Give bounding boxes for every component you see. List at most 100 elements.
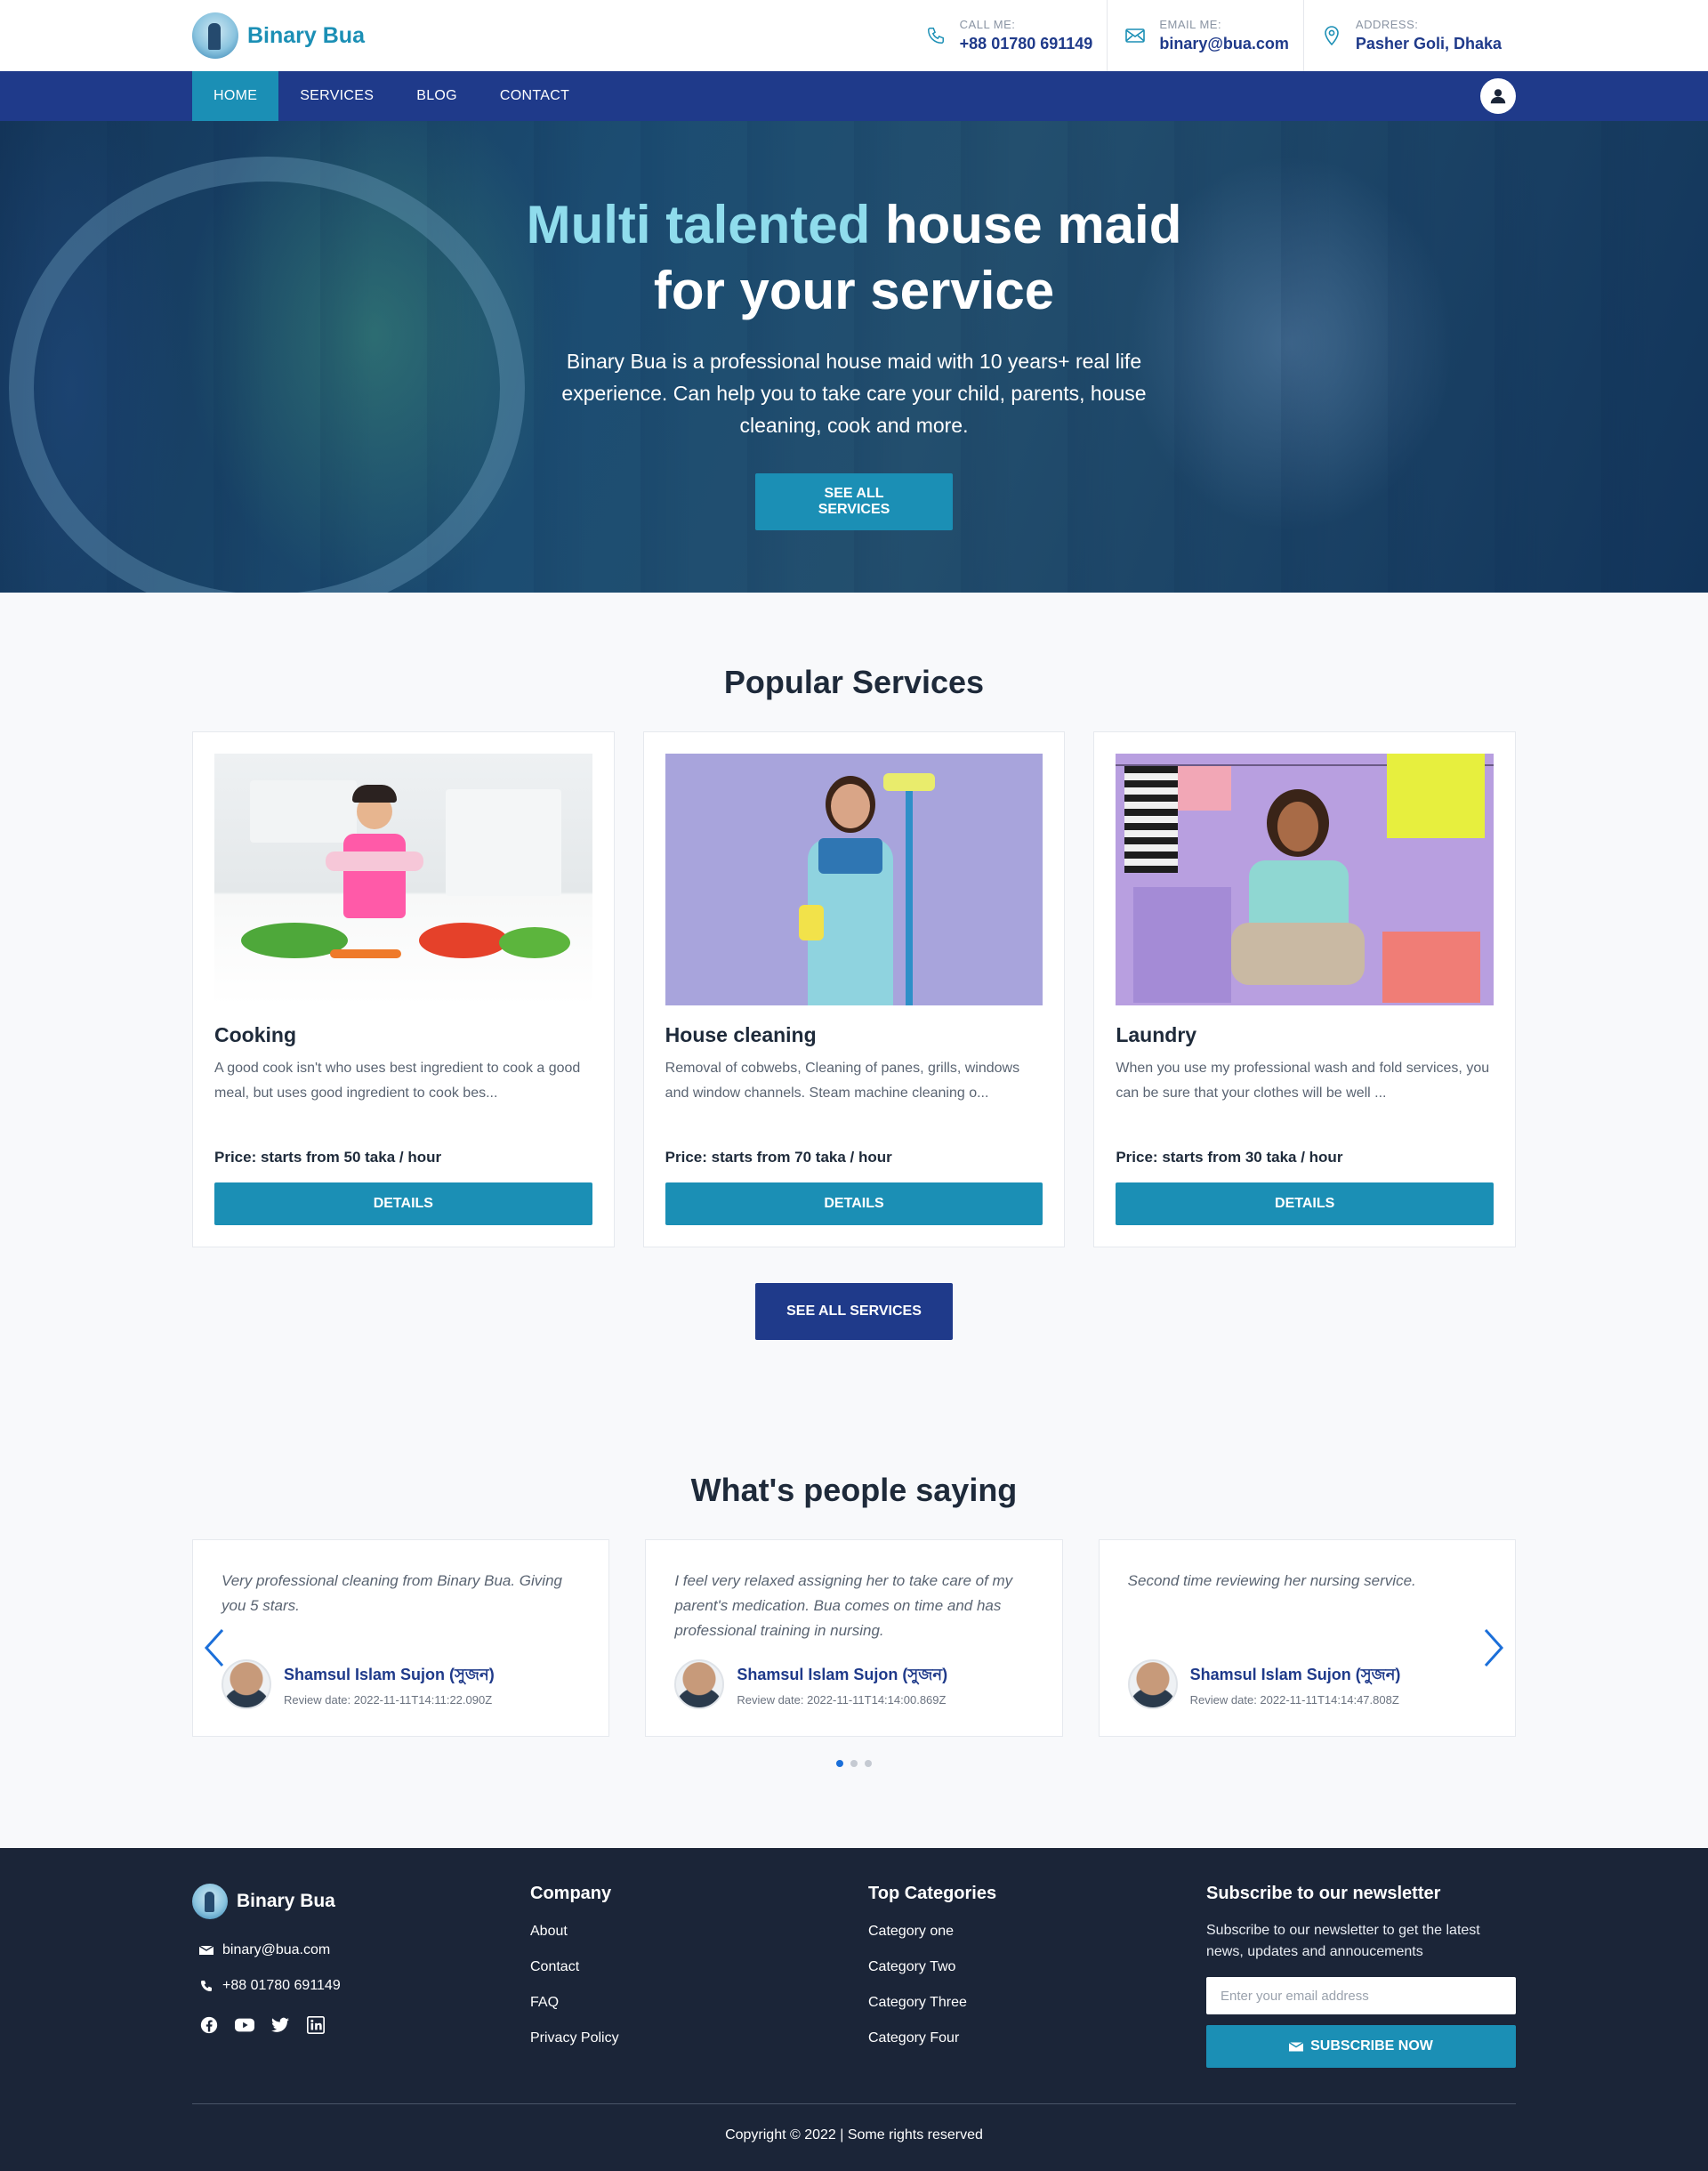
testimonial-quote: Second time reviewing her nursing servic… xyxy=(1127,1572,1416,1589)
testimonials-title: What's people saying xyxy=(690,1472,1018,1508)
service-card-title: Cooking xyxy=(214,1023,296,1046)
testimonial-quote: Very professional cleaning from Binary B… xyxy=(222,1572,562,1614)
location-pin-icon xyxy=(1320,24,1343,47)
footer-brand[interactable]: Binary Bua xyxy=(192,1884,530,1919)
reviewer-name: Shamsul Islam Sujon (সুজন) xyxy=(1189,1666,1401,1683)
footer-link-faq[interactable]: FAQ xyxy=(530,1995,868,2011)
footer-link-contact[interactable]: Contact xyxy=(530,1959,868,1975)
footer-link-category-four[interactable]: Category Four xyxy=(868,2030,1206,2046)
service-card-cooking: Cooking A good cook isn't who uses best … xyxy=(192,731,615,1247)
carousel-dot[interactable] xyxy=(850,1760,858,1767)
review-date: Review date: 2022-11-11T14:14:00.869Z xyxy=(737,1693,947,1707)
house-cleaning-image xyxy=(665,754,1043,1005)
site-footer: Binary Bua binary@bua.com +88 01780 6911… xyxy=(0,1848,1708,2171)
contact-email: EMAIL ME: binary@bua.com xyxy=(1107,0,1303,71)
service-card-title: House cleaning xyxy=(665,1023,817,1046)
nav-services[interactable]: SERVICES xyxy=(278,71,395,121)
footer-link-category-three[interactable]: Category Three xyxy=(868,1995,1206,2011)
carousel-dot[interactable] xyxy=(865,1760,872,1767)
newsletter-heading: Subscribe to our newsletter xyxy=(1206,1884,1441,1903)
footer-link-category-one[interactable]: Category one xyxy=(868,1924,1206,1940)
house-cleaning-details-button[interactable]: DETAILS xyxy=(665,1182,1043,1225)
carousel-next-button[interactable] xyxy=(1480,1628,1507,1667)
contact-email-label: EMAIL ME: xyxy=(1159,18,1222,31)
footer-brand-name: Binary Bua xyxy=(237,1891,335,1911)
testimonial-card: Very professional cleaning from Binary B… xyxy=(192,1539,610,1737)
hero-title-line2: for your service xyxy=(653,261,1055,320)
footer-brand-column: Binary Bua binary@bua.com +88 01780 6911… xyxy=(192,1884,530,2068)
cooking-image xyxy=(214,754,592,1005)
service-card-house-cleaning: House cleaning Removal of cobwebs, Clean… xyxy=(642,731,1066,1247)
footer-link-category-two[interactable]: Category Two xyxy=(868,1959,1206,1975)
cooking-details-button[interactable]: DETAILS xyxy=(214,1182,592,1225)
hero-banner: Multi talented house maid for your servi… xyxy=(0,121,1708,593)
brand-name: Binary Bua xyxy=(247,22,365,48)
service-card-description: A good cook isn't who uses best ingredie… xyxy=(214,1061,581,1101)
phone-icon xyxy=(201,1981,212,1991)
user-account-button[interactable] xyxy=(1480,78,1516,114)
copyright-text: Copyright © 2022 | Some rights reserved xyxy=(725,2127,983,2143)
carousel-dots xyxy=(192,1760,1516,1767)
laundry-details-button[interactable]: DETAILS xyxy=(1116,1182,1494,1225)
contact-email-value[interactable]: binary@bua.com xyxy=(1159,35,1289,53)
footer-categories-heading: Top Categories xyxy=(868,1884,997,1903)
footer-link-about[interactable]: About xyxy=(530,1924,868,1940)
service-card-title: Laundry xyxy=(1116,1023,1197,1046)
testimonials-section: What's people saying Very professional c… xyxy=(0,1340,1708,1767)
social-links xyxy=(192,2015,530,2035)
linkedin-icon[interactable] xyxy=(306,2015,326,2035)
footer-categories-column: Top Categories Category one Category Two… xyxy=(868,1884,1206,2068)
avatar xyxy=(222,1659,271,1709)
nav-home[interactable]: HOME xyxy=(192,71,279,121)
mail-icon xyxy=(199,1945,214,1955)
twitter-icon[interactable] xyxy=(270,2015,290,2035)
service-card-price: Price: starts from 50 taka / hour xyxy=(214,1149,442,1166)
footer-email-text: binary@bua.com xyxy=(222,1942,331,1957)
hero-subtitle: Binary Bua is a professional house maid … xyxy=(561,350,1147,437)
contact-call-value[interactable]: +88 01780 691149 xyxy=(960,35,1093,53)
footer-link-privacy-policy[interactable]: Privacy Policy xyxy=(530,2030,868,2046)
main-navbar: HOME SERVICES BLOG CONTACT xyxy=(0,71,1708,121)
review-date: Review date: 2022-11-11T14:14:47.808Z xyxy=(1189,1693,1399,1707)
nav-links: HOME SERVICES BLOG CONTACT xyxy=(192,71,591,121)
avatar xyxy=(674,1659,725,1709)
service-card-price: Price: starts from 70 taka / hour xyxy=(665,1149,892,1166)
mail-icon xyxy=(1289,2041,1304,2051)
brand-logo-icon xyxy=(192,12,238,59)
avatar xyxy=(1127,1659,1178,1709)
service-card-description: When you use my professional wash and fo… xyxy=(1116,1061,1490,1101)
reviewer-name: Shamsul Islam Sujon (সুজন) xyxy=(284,1666,495,1683)
facebook-icon[interactable] xyxy=(199,2015,219,2035)
contact-address: ADDRESS: Pasher Goli, Dhaka xyxy=(1302,0,1516,71)
newsletter-email-input[interactable] xyxy=(1206,1977,1516,2014)
footer-phone[interactable]: +88 01780 691149 xyxy=(192,1978,530,1994)
youtube-icon[interactable] xyxy=(235,2015,254,2035)
footer-newsletter-column: Subscribe to our newsletter Subscribe to… xyxy=(1206,1884,1516,2068)
carousel-prev-button[interactable] xyxy=(201,1628,228,1667)
service-card-description: Removal of cobwebs, Cleaning of panes, g… xyxy=(665,1061,1020,1101)
nav-contact[interactable]: CONTACT xyxy=(479,71,591,121)
nav-blog[interactable]: BLOG xyxy=(395,71,479,121)
testimonial-quote: I feel very relaxed assigning her to tak… xyxy=(674,1572,1013,1639)
brand-logo-link[interactable]: Binary Bua xyxy=(192,12,365,59)
contact-call: CALL ME: +88 01780 691149 xyxy=(908,0,1108,71)
user-icon xyxy=(1490,89,1506,104)
see-all-services-button[interactable]: SEE ALL SERVICES xyxy=(755,1283,953,1340)
subscribe-button[interactable]: SUBSCRIBE NOW xyxy=(1206,2025,1516,2068)
hero-title-accent: Multi talented xyxy=(526,195,871,254)
footer-email[interactable]: binary@bua.com xyxy=(192,1942,530,1958)
services-title: Popular Services xyxy=(723,664,985,700)
hero-see-all-services-button[interactable]: SEE ALL SERVICES xyxy=(755,473,953,530)
laundry-image xyxy=(1116,754,1494,1005)
footer-logo-icon xyxy=(192,1884,228,1919)
header-contacts: CALL ME: +88 01780 691149 EMAIL ME: bina… xyxy=(908,0,1516,71)
footer-company-heading: Company xyxy=(530,1884,612,1903)
top-header: Binary Bua CALL ME: +88 01780 691149 EMA… xyxy=(0,0,1708,71)
carousel-dot[interactable] xyxy=(836,1760,843,1767)
phone-icon xyxy=(924,24,947,47)
subscribe-button-label: SUBSCRIBE NOW xyxy=(1310,2038,1433,2054)
testimonial-card: Second time reviewing her nursing servic… xyxy=(1098,1539,1516,1737)
footer-divider xyxy=(192,2103,1516,2104)
popular-services-section: Popular Services Cooking A good cook isn… xyxy=(0,593,1708,1340)
service-card-laundry: Laundry When you use my professional was… xyxy=(1093,731,1517,1247)
